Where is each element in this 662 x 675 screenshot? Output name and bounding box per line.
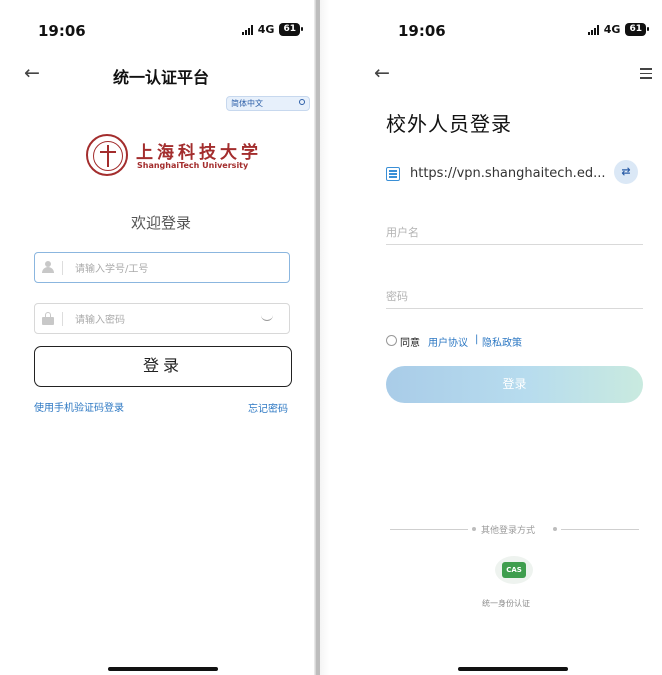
agree-label: 同意 bbox=[400, 338, 420, 349]
university-name-cn: 上海科技大学 bbox=[136, 143, 262, 163]
network-type: 4G bbox=[603, 23, 621, 36]
battery-icon: 61 bbox=[625, 23, 649, 36]
signal-icon bbox=[241, 24, 253, 35]
status-bar: 19:06 4G 61 bbox=[8, 22, 314, 44]
page-title: 校外人员登录 bbox=[386, 112, 512, 136]
password-input[interactable]: 密码 bbox=[386, 282, 643, 309]
other-login-divider: 其他登录方式 bbox=[390, 523, 640, 536]
screenshot-divider-edge bbox=[316, 0, 320, 675]
user-icon bbox=[42, 261, 54, 273]
link-separator: | bbox=[475, 334, 479, 345]
battery-icon: 61 bbox=[279, 23, 303, 36]
forgot-password-link[interactable]: 忘记密码 bbox=[248, 400, 288, 415]
login-button[interactable]: 登录 bbox=[34, 346, 292, 387]
lock-icon bbox=[42, 312, 54, 325]
unified-auth-screen: 19:06 4G 61 ← 统一认证平台 简体中文 上海科技大学 Shangha… bbox=[8, 0, 314, 675]
other-login-label: 其他登录方式 bbox=[481, 526, 536, 536]
back-arrow-icon[interactable]: ← bbox=[374, 62, 390, 84]
signal-icon bbox=[587, 24, 599, 35]
login-button[interactable]: 登录 bbox=[386, 366, 643, 403]
input-separator bbox=[62, 261, 63, 275]
password-placeholder: 请输入密码 bbox=[75, 315, 125, 326]
status-bar: 19:06 4G 61 bbox=[352, 22, 660, 44]
status-network: 4G 61 bbox=[241, 23, 303, 36]
status-network: 4G 61 bbox=[587, 23, 649, 36]
cas-icon: CAS bbox=[502, 562, 526, 578]
privacy-policy-link[interactable]: 隐私政策 bbox=[482, 334, 522, 349]
input-separator bbox=[62, 312, 63, 326]
agree-radio[interactable] bbox=[386, 335, 397, 346]
menu-icon[interactable] bbox=[640, 68, 652, 79]
status-time: 19:06 bbox=[398, 22, 446, 40]
password-input[interactable]: 请输入密码 bbox=[34, 303, 290, 334]
network-type: 4G bbox=[257, 23, 275, 36]
server-icon bbox=[386, 167, 400, 181]
status-time: 19:06 bbox=[38, 22, 86, 40]
language-value: 简体中文 bbox=[231, 99, 263, 108]
university-seal-icon bbox=[86, 134, 128, 176]
sms-login-link[interactable]: 使用手机验证码登录 bbox=[34, 399, 124, 414]
username-placeholder: 用户名 bbox=[386, 226, 419, 239]
nav-title: 统一认证平台 bbox=[112, 68, 209, 87]
university-name-en: ShanghaiTech University bbox=[137, 161, 249, 170]
switch-server-icon[interactable]: ⇄ bbox=[614, 160, 638, 184]
welcome-heading: 欢迎登录 bbox=[130, 214, 191, 232]
vpn-server-url: https://vpn.shanghaitech.ed... bbox=[410, 166, 606, 181]
student-id-placeholder: 请输入学号/工号 bbox=[75, 264, 149, 275]
language-select[interactable]: 简体中文 bbox=[226, 96, 310, 111]
home-indicator[interactable] bbox=[108, 667, 218, 671]
dropdown-icon bbox=[299, 99, 305, 105]
home-indicator[interactable] bbox=[458, 667, 568, 671]
university-logo: 上海科技大学 ShanghaiTech University bbox=[86, 134, 276, 182]
cas-login-option[interactable]: CAS bbox=[495, 556, 533, 584]
eye-closed-icon[interactable] bbox=[261, 315, 273, 323]
username-input[interactable]: 用户名 bbox=[386, 218, 643, 245]
cas-label: 统一身份认证 bbox=[482, 599, 530, 608]
student-id-input[interactable]: 请输入学号/工号 bbox=[34, 252, 290, 283]
external-login-screen: 19:06 4G 61 ← 校外人员登录 https://vpn.shangha… bbox=[352, 0, 660, 675]
user-agreement-link[interactable]: 用户协议 bbox=[428, 334, 468, 349]
password-placeholder: 密码 bbox=[386, 290, 408, 303]
